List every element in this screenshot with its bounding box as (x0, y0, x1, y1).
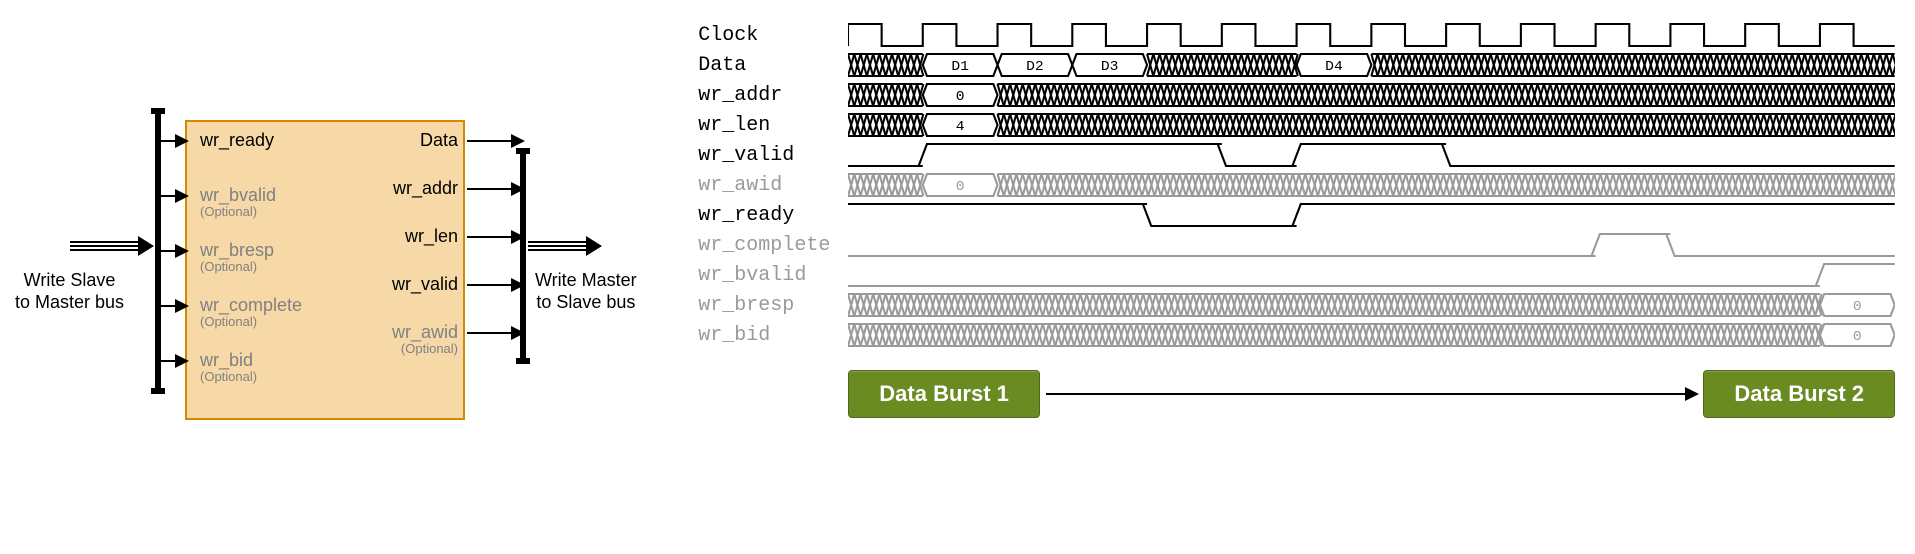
burst-bar: Data Burst 1 Data Burst 2 (848, 370, 1895, 418)
signal-wave: 0 (848, 172, 1895, 198)
svg-text:0: 0 (956, 89, 965, 105)
signal-label: wr_bvalid (698, 264, 828, 287)
timing-diagram: Clock Data D1 D2 D3 D4 wr_addr 0 wr_len 4 wr_valid… (698, 20, 1895, 534)
signal-label: wr_valid (698, 144, 828, 167)
signal-row-wr_len: wr_len 4 (698, 110, 1895, 140)
output-port-wr_awid: wr_awid(Optional) (392, 322, 458, 356)
signal-wave (848, 232, 1895, 258)
signal-row-Data: Data D1 D2 D3 D4 (698, 50, 1895, 80)
output-port-wr_len: wr_len (405, 226, 458, 247)
signal-wave (848, 202, 1895, 228)
signal-row-wr_bresp: wr_bresp 0 (698, 290, 1895, 320)
input-port-wr_complete: wr_complete(Optional) (200, 295, 302, 329)
signal-label: wr_ready (698, 204, 828, 227)
svg-text:D2: D2 (1026, 59, 1044, 75)
output-port-wr_addr: wr_addr (393, 178, 458, 199)
burst-1: Data Burst 1 (848, 370, 1040, 418)
input-port-wr_bvalid: wr_bvalid(Optional) (200, 185, 276, 219)
signal-wave: 0 (848, 82, 1895, 108)
signal-row-Clock: Clock (698, 20, 1895, 50)
output-port-wr_valid: wr_valid (392, 274, 458, 295)
signal-label: Data (698, 54, 828, 77)
signal-wave (848, 142, 1895, 168)
signal-wave (848, 22, 1895, 48)
ext-out-label: Write Masterto Slave bus (535, 270, 637, 313)
signal-wave: D1 D2 D3 D4 (848, 52, 1895, 78)
svg-text:0: 0 (956, 179, 965, 195)
signal-row-wr_awid: wr_awid 0 (698, 170, 1895, 200)
input-port-wr_bresp: wr_bresp(Optional) (200, 240, 274, 274)
ext-in-label: Write Slaveto Master bus (15, 270, 124, 313)
svg-text:4: 4 (956, 119, 965, 135)
signal-row-wr_addr: wr_addr 0 (698, 80, 1895, 110)
signal-row-wr_valid: wr_valid (698, 140, 1895, 170)
input-port-wr_bid: wr_bid(Optional) (200, 350, 257, 384)
svg-text:0: 0 (1853, 329, 1862, 345)
signal-row-wr_ready: wr_ready (698, 200, 1895, 230)
svg-text:D1: D1 (952, 59, 970, 75)
signal-label: wr_awid (698, 174, 828, 197)
svg-text:0: 0 (1853, 299, 1862, 315)
svg-text:D3: D3 (1101, 59, 1119, 75)
signal-label: wr_bresp (698, 294, 828, 317)
burst-arrow (1046, 393, 1698, 395)
signal-wave (848, 262, 1895, 288)
output-port-Data: Data (420, 130, 458, 151)
signal-label: wr_len (698, 114, 828, 137)
signal-row-wr_complete: wr_complete (698, 230, 1895, 260)
input-port-wr_ready: wr_ready (200, 130, 274, 151)
signal-label: Clock (698, 24, 828, 47)
signal-row-wr_bvalid: wr_bvalid (698, 260, 1895, 290)
signal-label: wr_complete (698, 234, 828, 257)
signal-label: wr_addr (698, 84, 828, 107)
signal-row-wr_bid: wr_bid 0 (698, 320, 1895, 350)
signal-label: wr_bid (698, 324, 828, 347)
signal-wave: 4 (848, 112, 1895, 138)
burst-2: Data Burst 2 (1703, 370, 1895, 418)
signal-wave: 0 (848, 292, 1895, 318)
block-diagram: Write Slaveto Master bus Write Masterto … (20, 70, 638, 450)
svg-text:D4: D4 (1325, 59, 1343, 75)
signal-wave: 0 (848, 322, 1895, 348)
